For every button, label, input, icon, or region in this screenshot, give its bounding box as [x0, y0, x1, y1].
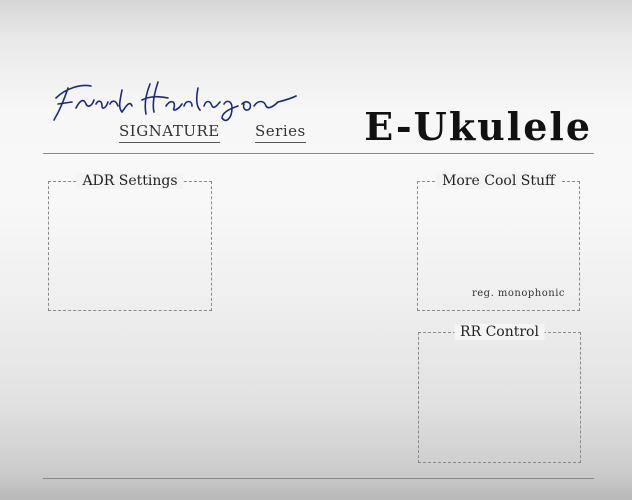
product-title: E-Ukulele — [364, 104, 592, 149]
more-cool-stuff-panel: More Cool Stuff reg. monophonic — [417, 173, 580, 311]
adr-settings-panel: ADR Settings — [48, 173, 212, 311]
series-label: Series — [255, 122, 306, 143]
more-cool-stuff-label: More Cool Stuff — [436, 173, 561, 189]
monophonic-mode-text[interactable]: reg. monophonic — [472, 288, 565, 299]
signature-label: SIGNATURE — [119, 122, 220, 143]
rr-control-panel: RR Control — [418, 324, 581, 463]
header-divider — [43, 153, 594, 154]
adr-settings-label: ADR Settings — [76, 173, 184, 189]
signature-logo — [46, 70, 297, 130]
footer-divider — [43, 478, 594, 479]
signature-handwriting — [53, 81, 297, 122]
rr-control-label: RR Control — [454, 324, 545, 340]
